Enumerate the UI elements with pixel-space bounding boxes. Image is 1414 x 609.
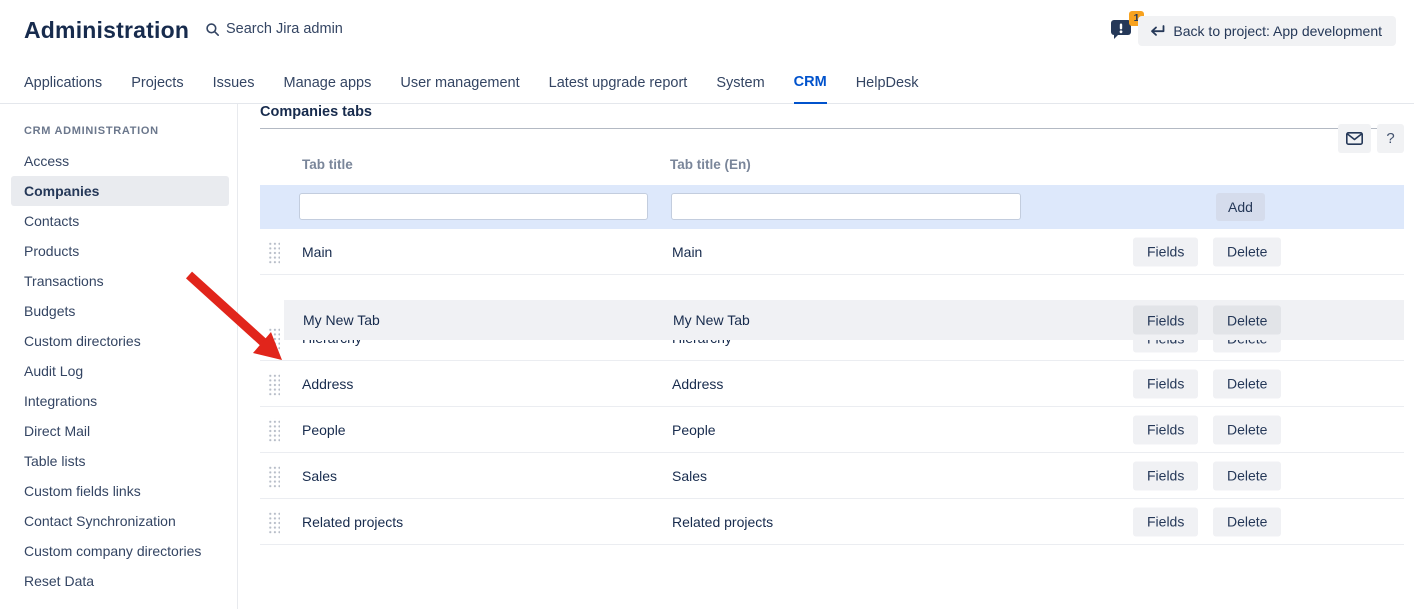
new-tab-title-input[interactable] [299,193,648,220]
table-row: Address Address Fields Delete [260,361,1404,407]
row-tab-title-en: Main [672,244,702,260]
sidebar-item-audit-log[interactable]: Audit Log [0,356,237,386]
row-tab-title: People [302,422,346,438]
nav-tab-manage-apps[interactable]: Manage apps [284,62,372,104]
table-row: Main Main Fields Delete [260,229,1404,275]
back-button-label: Back to project: App development [1173,23,1382,39]
nav-tab-system[interactable]: System [716,62,764,104]
row-tab-title: My New Tab [303,312,380,328]
drag-handle-icon[interactable] [267,510,280,533]
row-tab-title-en: Sales [672,468,707,484]
table-row: Related projects Related projects Fields… [260,499,1404,545]
fields-button[interactable]: Fields [1133,415,1198,444]
sidebar-item-direct-mail[interactable]: Direct Mail [0,416,237,446]
fields-button[interactable]: Fields [1133,306,1198,335]
dragged-row: My New Tab My New Tab Fields Delete [284,300,1404,340]
row-tab-title-en: People [672,422,716,438]
nav-tab-projects[interactable]: Projects [131,62,183,104]
row-tab-title-en: My New Tab [673,312,750,328]
back-to-project-button[interactable]: Back to project: App development [1138,16,1396,46]
section-title: Companies tabs [260,104,1404,120]
search-input[interactable] [226,21,436,37]
row-tab-title-en: Related projects [672,514,773,530]
sidebar-item-table-lists[interactable]: Table lists [0,446,237,476]
table-row: People People Fields Delete [260,407,1404,453]
sidebar-item-reset-data[interactable]: Reset Data [0,566,237,596]
row-tab-title-en: Address [672,376,723,392]
new-tab-title-en-input[interactable] [671,193,1021,220]
add-tab-row: Add [260,185,1404,229]
row-tab-title: Related projects [302,514,403,530]
main-content: ? Companies tabs Tab title Tab title (En… [238,104,1414,609]
column-header-tab-title-en: Tab title (En) [670,157,751,172]
nav-tab-applications[interactable]: Applications [24,62,102,104]
delete-button[interactable]: Delete [1213,461,1281,490]
fields-button[interactable]: Fields [1133,237,1198,266]
column-header-tab-title: Tab title [302,157,353,172]
delete-button[interactable]: Delete [1213,507,1281,536]
drag-handle-icon[interactable] [267,327,280,350]
sidebar-item-custom-company-directories[interactable]: Custom company directories [0,536,237,566]
sidebar-item-budgets[interactable]: Budgets [0,296,237,326]
top-header: Administration 1 Back to project: App d [0,0,1414,62]
sidebar-item-transactions[interactable]: Transactions [0,266,237,296]
tabs-table: Main Main Fields Delete My New Tab My Ne… [260,229,1404,545]
fields-button[interactable]: Fields [1133,461,1198,490]
back-arrow-icon [1150,25,1165,37]
sidebar-item-custom-directories[interactable]: Custom directories [0,326,237,356]
search-icon [206,23,219,36]
delete-button[interactable]: Delete [1213,415,1281,444]
admin-search [206,21,436,37]
notification-bubble-icon[interactable]: 1 [1109,17,1135,43]
drag-handle-icon[interactable] [267,464,280,487]
delete-button[interactable]: Delete [1213,306,1281,335]
drag-handle-icon[interactable] [267,372,280,395]
sidebar-item-contacts[interactable]: Contacts [0,206,237,236]
fields-button[interactable]: Fields [1133,369,1198,398]
drag-handle-icon[interactable] [267,418,280,441]
page: Administration 1 Back to project: App d [0,0,1414,609]
drag-handle-icon[interactable] [267,240,280,263]
nav-tab-latest-upgrade-report[interactable]: Latest upgrade report [549,62,688,104]
nav-tab-crm[interactable]: CRM [794,62,827,104]
admin-nav-tabs: Applications Projects Issues Manage apps Use… [0,62,1414,104]
sidebar-item-custom-fields-links[interactable]: Custom fields links [0,476,237,506]
row-tab-title: Main [302,244,332,260]
delete-button[interactable]: Delete [1213,237,1281,266]
row-tab-title: Sales [302,468,337,484]
drag-drop-cluster: My New Tab My New Tab Fields Delete Hier… [260,275,1404,361]
sidebar: CRM ADMINISTRATION AccessCompaniesContac… [0,104,238,609]
add-button[interactable]: Add [1216,193,1265,221]
nav-tab-user-management[interactable]: User management [400,62,519,104]
sidebar-item-contact-synchronization[interactable]: Contact Synchronization [0,506,237,536]
sidebar-item-companies[interactable]: Companies [11,176,229,206]
sidebar-item-access[interactable]: Access [0,146,237,176]
sidebar-item-integrations[interactable]: Integrations [0,386,237,416]
nav-tab-issues[interactable]: Issues [213,62,255,104]
sidebar-list: AccessCompaniesContactsProductsTransacti… [0,146,237,596]
page-title: Administration [24,17,189,44]
table-row: Sales Sales Fields Delete [260,453,1404,499]
table-column-headers: Tab title Tab title (En) [260,129,1404,185]
delete-button[interactable]: Delete [1213,369,1281,398]
row-tab-title: Address [302,376,353,392]
fields-button[interactable]: Fields [1133,507,1198,536]
sidebar-item-products[interactable]: Products [0,236,237,266]
nav-tab-helpdesk[interactable]: HelpDesk [856,62,919,104]
sidebar-section-title: CRM ADMINISTRATION [0,125,237,137]
